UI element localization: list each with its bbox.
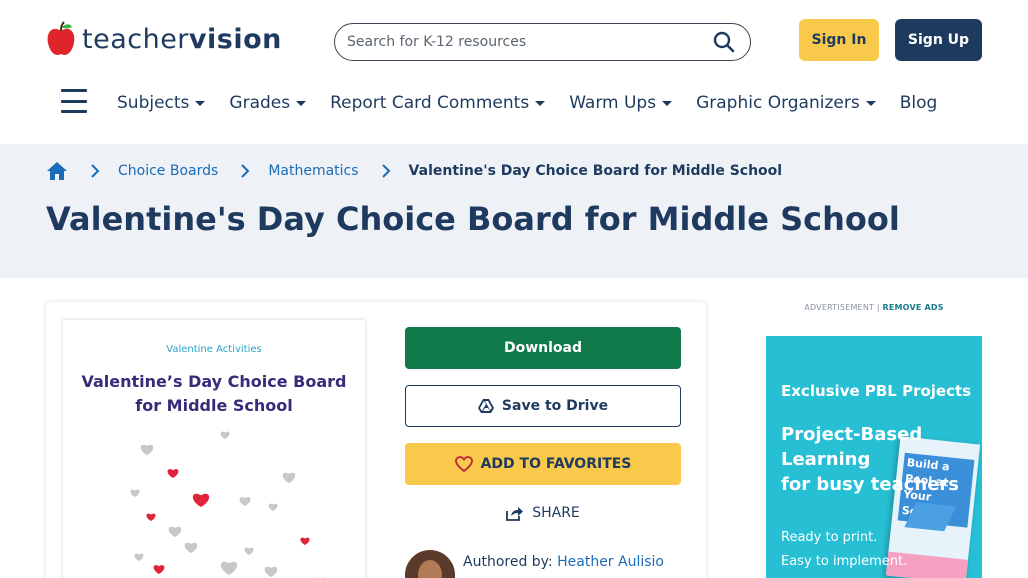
thumbnail-title-line: for Middle School <box>135 396 293 415</box>
logo-text-bold: vision <box>188 23 282 55</box>
logo-wordmark: teachervision <box>82 26 282 53</box>
heart-decoration-icon <box>239 497 251 506</box>
resource-card: Valentine Activities Valentine’s Day Cho… <box>46 302 706 578</box>
share-icon <box>506 507 524 521</box>
breadcrumb-link-mathematics[interactable]: Mathematics <box>268 163 358 179</box>
author-prefix: Authored by: <box>463 554 553 570</box>
heart-decoration-icon <box>146 513 156 521</box>
logo-text-light: teacher <box>82 23 189 55</box>
heart-decoration-icon <box>264 566 278 577</box>
heart-decoration-icon <box>244 547 254 555</box>
add-to-favorites-button[interactable]: ADD TO FAVORITES <box>405 443 681 485</box>
search-input[interactable] <box>347 34 710 50</box>
breadcrumb-link-choice-boards[interactable]: Choice Boards <box>118 163 218 179</box>
breadcrumb-current: Valentine's Day Choice Board for Middle … <box>408 163 783 179</box>
heart-decoration-icon <box>220 561 238 575</box>
ad-headline-line: Project-Based <box>781 424 923 445</box>
home-icon[interactable] <box>46 160 68 182</box>
nav-item-label: Grades <box>229 93 291 113</box>
advertisement-banner[interactable]: Exclusive PBL Projects Build a Pool at Y… <box>766 336 982 578</box>
advertisement-text: ADVERTISEMENT | <box>804 303 880 312</box>
caret-down-icon <box>195 100 206 106</box>
caret-down-icon <box>535 100 546 106</box>
remove-ads-link[interactable]: REMOVE ADS <box>882 303 943 312</box>
author-avatar <box>405 550 455 578</box>
nav-item-label: Graphic Organizers <box>696 93 860 113</box>
caret-down-icon <box>296 100 307 106</box>
heart-decoration-icon <box>192 493 210 507</box>
heart-decoration-icon <box>134 553 144 561</box>
hamburger-menu-icon[interactable] <box>61 89 87 113</box>
heart-decoration-icon <box>140 444 154 455</box>
share-button[interactable]: SHARE <box>405 500 681 526</box>
ad-body: Ready to print. Easy to implement. <box>781 526 907 574</box>
nav-item-warm-ups[interactable]: Warm Ups <box>569 93 673 113</box>
nav-item-label: Blog <box>899 93 938 113</box>
ad-headline: Project-Based Learning for busy teachers <box>781 422 981 497</box>
ad-headline-line: for busy teachers <box>781 474 959 495</box>
nav-item-label: Subjects <box>117 93 190 113</box>
search-icon <box>713 31 735 53</box>
advertisement-label: ADVERTISEMENT | REMOVE ADS <box>766 303 982 312</box>
chevron-right-icon <box>91 164 100 178</box>
sign-up-button[interactable]: Sign Up <box>895 19 982 61</box>
nav-item-graphic-organizers[interactable]: Graphic Organizers <box>696 93 876 113</box>
nav-item-grades[interactable]: Grades <box>229 93 307 113</box>
page-title: Valentine's Day Choice Board for Middle … <box>46 200 900 238</box>
heart-outline-icon <box>454 456 473 472</box>
nav-item-label: Warm Ups <box>569 93 657 113</box>
heart-decoration-icon <box>268 503 278 511</box>
heart-decoration-icon <box>300 537 310 545</box>
add-to-favorites-label: ADD TO FAVORITES <box>480 456 632 472</box>
heart-decoration-icon <box>282 472 296 483</box>
caret-down-icon <box>865 100 876 106</box>
save-to-drive-button[interactable]: Save to Drive <box>405 385 681 427</box>
share-label: SHARE <box>532 505 580 521</box>
author-info: Authored by: Heather Aulisio <box>405 550 664 578</box>
download-button[interactable]: Download <box>405 327 681 369</box>
ad-headline-line: Learning <box>781 449 871 470</box>
author-byline: Authored by: Heather Aulisio <box>463 554 664 570</box>
nav-item-label: Report Card Comments <box>330 93 530 113</box>
heart-decoration-icon <box>130 489 140 497</box>
ad-body-line: Ready to print. <box>781 530 878 545</box>
heart-decoration-icon <box>167 469 179 478</box>
search-button[interactable] <box>710 28 738 56</box>
apple-logo-icon <box>46 21 76 57</box>
ad-kicker: Exclusive PBL Projects <box>781 382 972 400</box>
thumbnail-title: Valentine’s Day Choice Board for Middle … <box>63 370 365 418</box>
breadcrumb: Choice Boards Mathematics Valentine's Da… <box>46 160 782 182</box>
search-bar <box>334 23 751 61</box>
google-drive-icon <box>477 399 494 413</box>
site-logo[interactable]: teachervision <box>46 20 282 58</box>
resource-thumbnail[interactable]: Valentine Activities Valentine’s Day Cho… <box>63 320 365 578</box>
caret-down-icon <box>662 100 673 106</box>
save-to-drive-label: Save to Drive <box>501 398 609 414</box>
chevron-right-icon <box>241 164 250 178</box>
page-header: Choice Boards Mathematics Valentine's Da… <box>0 144 1028 278</box>
nav-item-subjects[interactable]: Subjects <box>117 93 206 113</box>
thumbnail-title-line: Valentine’s Day Choice Board <box>81 372 347 391</box>
nav-item-report-card-comments[interactable]: Report Card Comments <box>330 93 546 113</box>
hearts-illustration <box>130 431 325 578</box>
heart-decoration-icon <box>184 542 198 553</box>
heart-decoration-icon <box>220 431 230 439</box>
heart-decoration-icon <box>153 565 165 574</box>
chevron-right-icon <box>381 164 390 178</box>
author-name-link[interactable]: Heather Aulisio <box>557 554 664 570</box>
heart-decoration-icon <box>168 526 182 537</box>
thumbnail-kicker: Valentine Activities <box>166 344 262 355</box>
sign-in-button[interactable]: Sign In <box>799 19 879 61</box>
nav-item-blog[interactable]: Blog <box>900 93 938 113</box>
main-nav: Subjects Grades Report Card Comments War… <box>117 88 937 118</box>
ad-body-line: Easy to implement. <box>781 554 908 569</box>
